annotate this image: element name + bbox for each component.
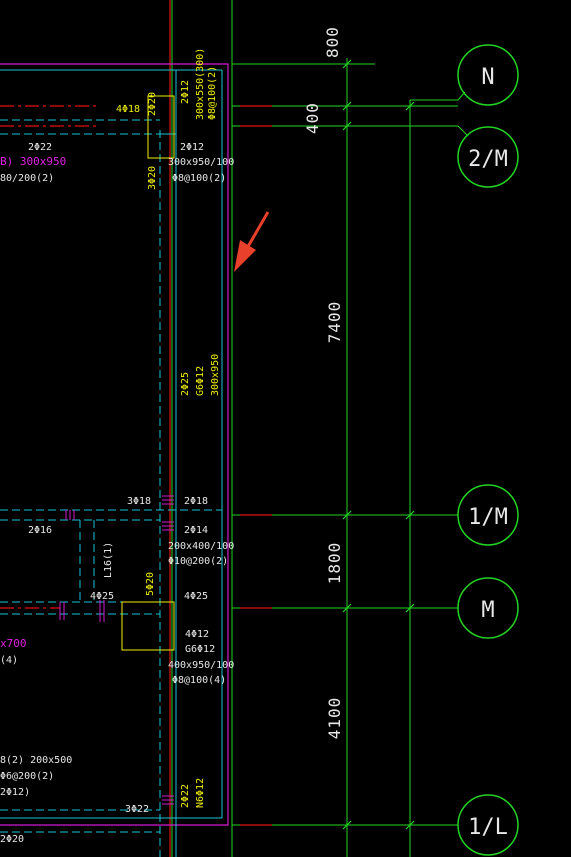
annot-col-top-a: 2Φ20 [147,92,158,116]
annot-5phi20: 5Φ20 [145,572,156,596]
annot-vert-2phi25: 2Φ25 [180,372,191,396]
annot-300x950-100: 300x950/100 [168,157,234,168]
annot-2phi22: 2Φ22 [28,142,52,153]
annot-4: (4) [0,655,18,666]
axis-label-m: M [481,598,494,623]
annot-vert-g6: G6Φ12 [195,366,206,396]
dimension-4100: 4100 [325,697,344,740]
annot-3phi18: 3Φ18 [127,496,151,507]
dimension-800: 800 [323,26,342,58]
annot-beam-mag-1: B) 300x950 [0,155,66,168]
background [0,0,571,857]
axis-label-2m: 2/M [468,147,508,172]
dimension-7400: 7400 [325,301,344,344]
annot-v-n6: N6Φ12 [195,778,206,808]
annot-col-top-b: 2Φ12 [180,80,191,104]
annot-2phi16: 2Φ16 [28,525,52,536]
annot-3phi22: 3Φ22 [125,804,149,815]
annot-beam-mag-1b: 80/200(2) [0,173,54,184]
annot-g6-c: G6Φ12 [185,644,215,655]
annot-col-3phi20: 3Φ20 [147,166,158,190]
dimension-1800: 1800 [325,542,344,585]
annot-phi6-200: Φ6@200(2) [0,771,54,782]
annot-col-top-c: 300x550(300) [195,48,206,120]
annot-col-top-d: Φ8@100(2) [207,66,218,120]
axis-label-1m: 1/M [468,505,508,530]
annot-2phi12-b: 2Φ12) [0,787,30,798]
axis-label-n: N [481,65,494,90]
annot-400x950: 400x950/100 [168,660,234,671]
annot-phi8-100-4: Φ8@100(4) [172,675,226,686]
annot-v-2phi22: 2Φ22 [180,784,191,808]
cad-drawing-canvas[interactable]: N 2/M 1/M M 1/L 800 400 7400 1800 4100 4… [0,0,571,857]
annot-x700: x700 [0,637,27,650]
annot-4phi25-b: 4Φ25 [184,591,208,602]
dimension-400: 400 [303,102,322,134]
annot-4phi25-a: 4Φ25 [90,591,114,602]
annot-phi10-200-2: Φ10@200(2) [168,556,228,567]
annot-2phi18: 2Φ18 [184,496,208,507]
annot-2phi12: 2Φ12 [180,142,204,153]
annot-phi8-100-2: Φ8@100(2) [172,173,226,184]
annot-l16: L16(1) [103,542,114,578]
axis-label-1l: 1/L [468,815,508,840]
annot-2phi20: 2Φ20 [0,834,24,845]
annot-4phi12: 4Φ12 [185,629,209,640]
annot-200x400: 200x400/100 [168,541,234,552]
annot-2phi14: 2Φ14 [184,525,208,536]
annot-vert-300x950: 300x950 [210,354,221,396]
annot-8-2-200x500: 8(2) 200x500 [0,755,72,766]
annot-beam-top-left: 4Φ18 [116,104,140,115]
